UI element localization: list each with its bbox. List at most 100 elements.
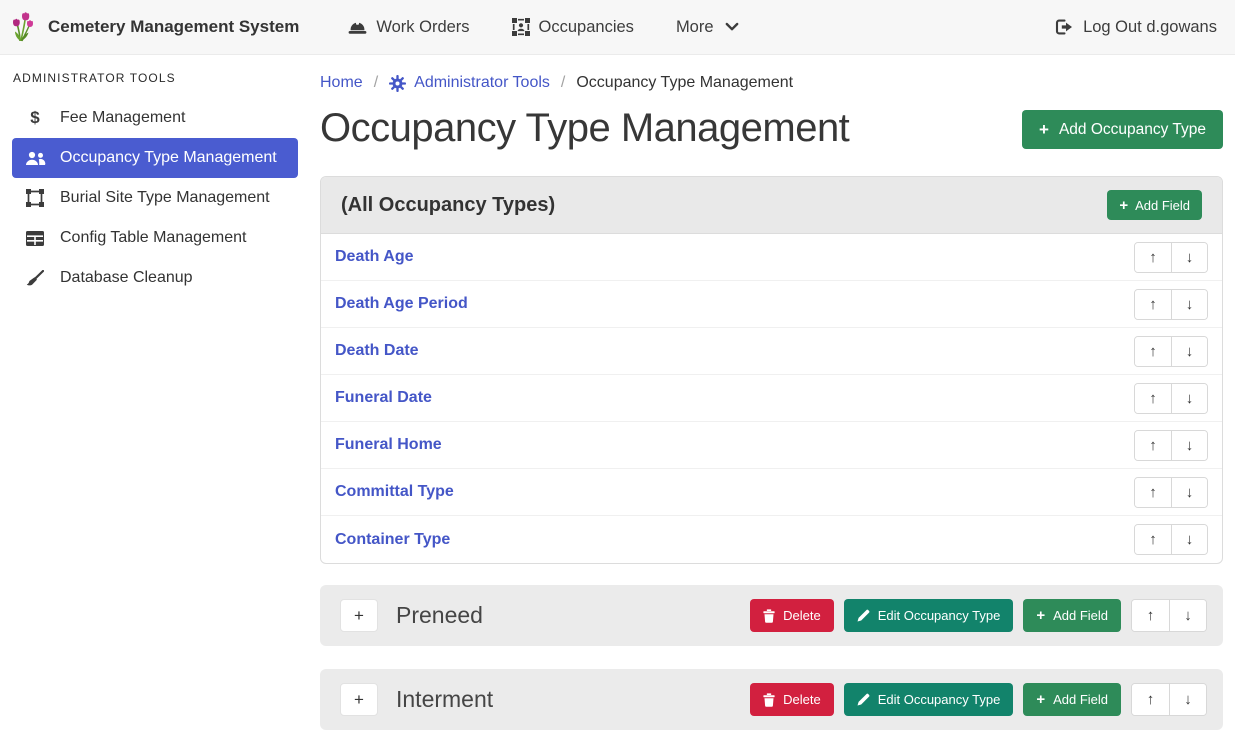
logout-link[interactable]: Log Out d.gowans [1055, 18, 1217, 37]
field-link-death-date[interactable]: Death Date [335, 342, 419, 360]
sidebar-item-fee-management[interactable]: $ Fee Management [12, 98, 298, 138]
title-row: Occupancy Type Management + Add Occupanc… [320, 104, 1223, 152]
arrow-down-icon: ↓ [1186, 343, 1194, 360]
move-up-button[interactable]: ↑ [1135, 243, 1171, 272]
navbar-right: Log Out d.gowans [1034, 18, 1217, 37]
arrow-up-icon: ↑ [1149, 296, 1157, 313]
navbar-brand[interactable]: Cemetery Management System [12, 12, 299, 42]
delete-label: Delete [783, 692, 821, 707]
move-up-button[interactable]: ↑ [1135, 384, 1171, 413]
move-up-button[interactable]: ↑ [1132, 600, 1169, 631]
field-row: Container Type ↑ ↓ [321, 516, 1222, 563]
move-down-button[interactable]: ↓ [1171, 243, 1207, 272]
move-down-button[interactable]: ↓ [1169, 684, 1206, 715]
delete-button[interactable]: Delete [750, 599, 834, 632]
card-title: (All Occupancy Types) [341, 194, 555, 217]
reorder-group: ↑ ↓ [1134, 477, 1208, 508]
add-field-button[interactable]: + Add Field [1023, 599, 1121, 632]
reorder-group: ↑ ↓ [1134, 289, 1208, 320]
nav-occupancies-label: Occupancies [539, 18, 634, 37]
dollar-icon: $ [23, 108, 47, 128]
move-down-button[interactable]: ↓ [1171, 478, 1207, 507]
add-field-label: Add Field [1135, 198, 1190, 213]
move-up-button[interactable]: ↑ [1135, 478, 1171, 507]
move-up-button[interactable]: ↑ [1135, 525, 1171, 554]
chevron-down-icon [725, 22, 739, 32]
add-occupancy-type-label: Add Occupancy Type [1059, 121, 1206, 139]
move-up-button[interactable]: ↑ [1135, 431, 1171, 460]
pencil-icon [857, 609, 870, 622]
edit-occupancy-type-button[interactable]: Edit Occupancy Type [844, 599, 1014, 632]
section-buttons: Delete Edit Occupancy Type + Add Field ↑ [750, 683, 1207, 716]
field-link-container-type[interactable]: Container Type [335, 531, 450, 549]
plus-icon: + [1119, 198, 1128, 213]
sign-out-icon [1055, 19, 1074, 35]
move-down-button[interactable]: ↓ [1171, 290, 1207, 319]
section-preneed: + Preneed Delete [320, 585, 1223, 646]
broom-icon [23, 270, 47, 286]
arrow-up-icon: ↑ [1147, 607, 1155, 624]
delete-label: Delete [783, 608, 821, 623]
add-field-button[interactable]: + Add Field [1023, 683, 1121, 716]
arrow-up-icon: ↑ [1149, 343, 1157, 360]
occupancy-frame-icon [512, 18, 530, 36]
breadcrumb-admin-tools[interactable]: Administrator Tools [389, 74, 550, 92]
plus-icon: + [1036, 608, 1045, 623]
field-row: Death Age Period ↑ ↓ [321, 281, 1222, 328]
add-occupancy-type-button[interactable]: + Add Occupancy Type [1022, 110, 1223, 149]
reorder-group: ↑ ↓ [1134, 524, 1208, 555]
pencil-icon [857, 693, 870, 706]
top-navbar: Cemetery Management System Work Orders [0, 0, 1235, 55]
breadcrumb-current: Occupancy Type Management [576, 74, 793, 92]
move-down-button[interactable]: ↓ [1171, 525, 1207, 554]
sidebar-item-database-cleanup[interactable]: Database Cleanup [12, 258, 298, 298]
reorder-group: ↑ ↓ [1134, 336, 1208, 367]
field-row: Death Date ↑ ↓ [321, 328, 1222, 375]
trash-icon [763, 609, 775, 623]
sidebar-heading: ADMINISTRATOR TOOLS [0, 61, 310, 98]
field-link-death-age[interactable]: Death Age [335, 248, 414, 266]
edit-occupancy-type-button[interactable]: Edit Occupancy Type [844, 683, 1014, 716]
reorder-group: ↑ ↓ [1131, 599, 1207, 632]
field-link-funeral-home[interactable]: Funeral Home [335, 436, 442, 454]
move-down-button[interactable]: ↓ [1171, 384, 1207, 413]
arrow-up-icon: ↑ [1149, 484, 1157, 501]
nav-work-orders[interactable]: Work Orders [348, 18, 469, 37]
plus-icon: + [1036, 692, 1045, 707]
sidebar-item-label: Database Cleanup [60, 269, 193, 287]
edit-occupancy-type-label: Edit Occupancy Type [878, 692, 1001, 707]
breadcrumb-separator: / [561, 74, 565, 92]
arrow-up-icon: ↑ [1149, 249, 1157, 266]
reorder-group: ↑ ↓ [1134, 430, 1208, 461]
section-interment: + Interment Delete [320, 669, 1223, 730]
field-row: Committal Type ↑ ↓ [321, 469, 1222, 516]
sidebar-item-occupancy-type-management[interactable]: Occupancy Type Management [12, 138, 298, 178]
add-field-button[interactable]: + Add Field [1107, 190, 1202, 220]
reorder-group: ↑ ↓ [1134, 242, 1208, 273]
nav-occupancies[interactable]: Occupancies [512, 18, 634, 37]
delete-button[interactable]: Delete [750, 683, 834, 716]
move-up-button[interactable]: ↑ [1135, 337, 1171, 366]
trash-icon [763, 693, 775, 707]
arrow-down-icon: ↓ [1186, 484, 1194, 501]
sidebar-item-config-table-management[interactable]: Config Table Management [12, 218, 298, 258]
move-down-button[interactable]: ↓ [1169, 600, 1206, 631]
move-down-button[interactable]: ↓ [1171, 337, 1207, 366]
field-link-funeral-date[interactable]: Funeral Date [335, 389, 432, 407]
nav-more[interactable]: More [676, 18, 739, 37]
edit-occupancy-type-label: Edit Occupancy Type [878, 608, 1001, 623]
move-up-button[interactable]: ↑ [1132, 684, 1169, 715]
field-link-committal-type[interactable]: Committal Type [335, 483, 454, 501]
expand-section-button[interactable]: + [340, 599, 378, 632]
section-buttons: Delete Edit Occupancy Type + Add Field ↑ [750, 599, 1207, 632]
hard-hat-icon [348, 19, 367, 35]
field-link-death-age-period[interactable]: Death Age Period [335, 295, 468, 313]
nav-work-orders-label: Work Orders [376, 18, 469, 37]
expand-section-button[interactable]: + [340, 683, 378, 716]
main-content: Home / [310, 55, 1235, 738]
move-up-button[interactable]: ↑ [1135, 290, 1171, 319]
add-field-label: Add Field [1053, 692, 1108, 707]
move-down-button[interactable]: ↓ [1171, 431, 1207, 460]
sidebar-item-burial-site-type-management[interactable]: Burial Site Type Management [12, 178, 298, 218]
breadcrumb-home[interactable]: Home [320, 74, 363, 92]
